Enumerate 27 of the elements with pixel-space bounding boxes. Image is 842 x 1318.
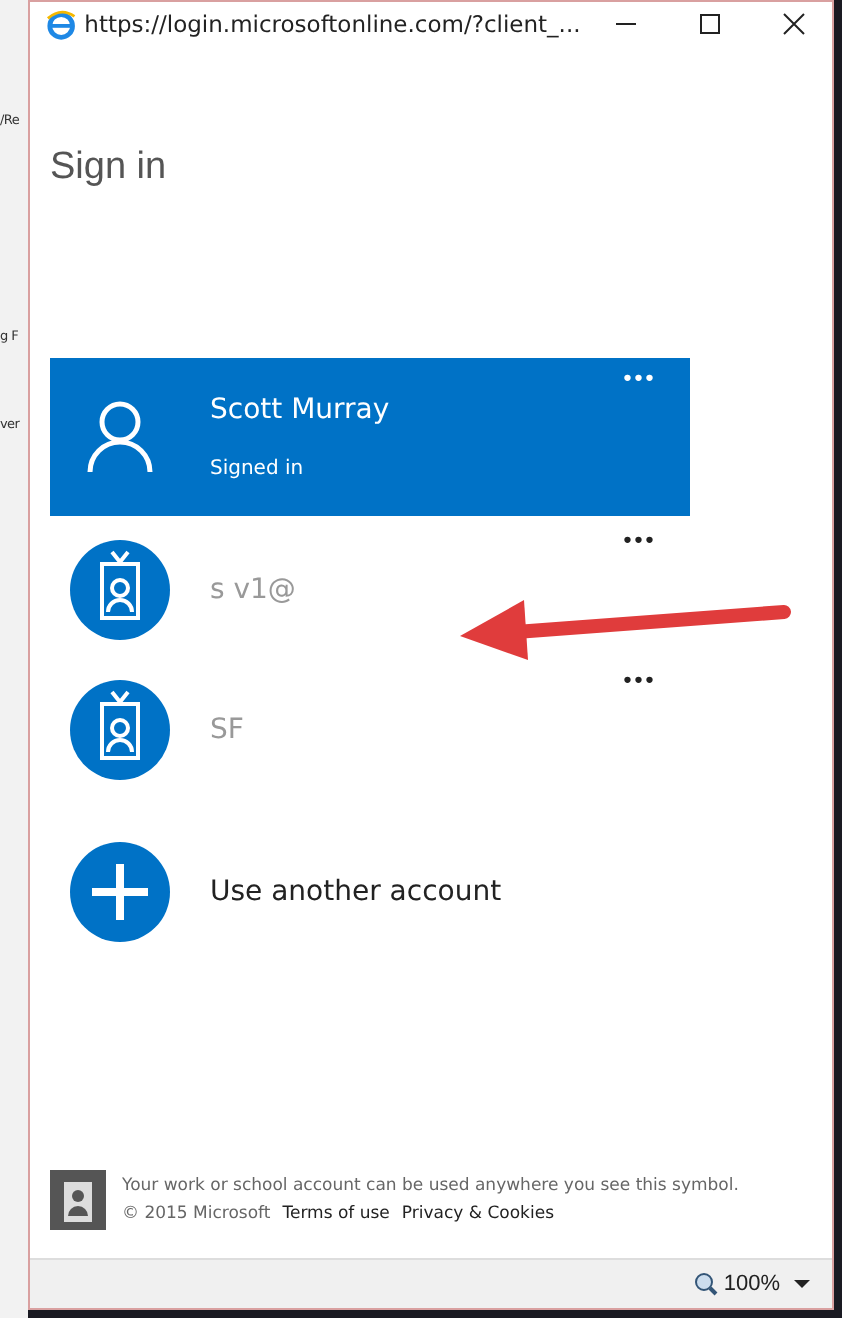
account-name: Use another account [210,876,502,908]
zoom-icon [693,1272,718,1296]
account-tile[interactable]: Scott Murray Signed in ••• [50,358,690,516]
id-badge-icon [70,540,170,640]
id-badge-icon [50,1170,106,1230]
more-options[interactable]: ••• [621,528,654,554]
more-options[interactable]: ••• [621,668,654,694]
account-tile[interactable]: SF ••• [50,660,690,800]
page-heading: Sign in [50,146,169,190]
account-name: s v1@ [210,574,296,606]
footer-link[interactable]: Terms of use [282,1204,390,1224]
more-options[interactable]: ••• [621,366,654,392]
maximize-icon [698,12,723,36]
zoom-button[interactable]: 100% [693,1272,780,1296]
footer-link[interactable]: Privacy & Cookies [401,1204,554,1224]
window-title: https://login.microsoftonline.com/?client_... [84,10,581,38]
footer-note: Your work or school account can be used anywhere you see this symbol. [122,1176,739,1196]
account-name: SF [210,714,244,746]
account-status: Signed in [210,458,306,480]
id-badge-icon [70,680,170,780]
copyright-text: © 2015 Microsoft [122,1204,271,1224]
close-icon [782,12,807,36]
plus-icon [70,842,170,942]
dropdown-caret-icon[interactable] [792,1276,812,1292]
account-name: Scott Murray [210,394,390,426]
account-tile[interactable]: Use another account [50,800,690,984]
browser-icon [46,8,77,40]
